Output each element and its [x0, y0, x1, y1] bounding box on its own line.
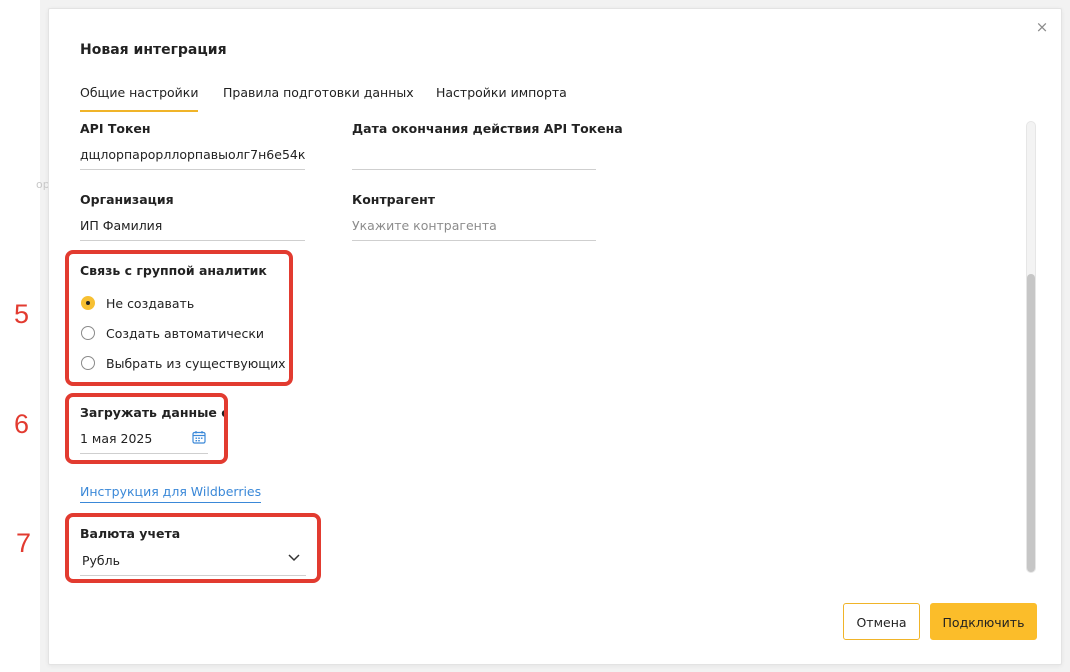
connect-button[interactable]: Подключить	[930, 603, 1037, 640]
wildberries-instruction-link[interactable]: Инструкция для Wildberries	[80, 484, 262, 503]
counterparty-input[interactable]: Укажите контрагента	[352, 218, 596, 241]
tab-general-settings[interactable]: Общие настройки	[80, 85, 199, 112]
radio-button[interactable]	[81, 326, 95, 340]
form-content: API Токен дщлорпарорллорпавыолг7н6е54к3 …	[49, 115, 1039, 585]
radio-button[interactable]	[81, 296, 95, 310]
close-icon[interactable]: ×	[1034, 19, 1050, 35]
tab-data-preparation-rules[interactable]: Правила подготовки данных	[223, 85, 414, 110]
annotation-number-7: 7	[16, 528, 32, 558]
api-token-label: API Токен	[80, 121, 151, 136]
api-token-input[interactable]: дщлорпарорллорпавыолг7н6е54к3	[80, 147, 305, 170]
counterparty-label: Контрагент	[352, 192, 435, 207]
calendar-icon[interactable]	[192, 430, 206, 444]
load-from-date-input[interactable]: 1 мая 2025	[80, 431, 208, 454]
scrollbar-thumb[interactable]	[1027, 274, 1035, 572]
scrollbar[interactable]	[1026, 121, 1036, 573]
organization-label: Организация	[80, 192, 174, 207]
integration-dialog: × Новая интеграция Общие настройки Прави…	[48, 8, 1062, 665]
token-expiry-label: Дата окончания действия API Токена	[352, 121, 623, 136]
load-from-label: Загружать данные с	[80, 405, 229, 420]
analytics-group-label: Связь с группой аналитик	[80, 263, 267, 278]
radio-button[interactable]	[81, 356, 95, 370]
radio-label: Выбрать из существующих	[106, 356, 286, 371]
cancel-button[interactable]: Отмена	[843, 603, 920, 640]
token-expiry-input[interactable]	[352, 147, 596, 170]
annotation-number-6: 6	[14, 409, 30, 439]
chevron-down-icon[interactable]	[287, 553, 301, 563]
background-strip	[0, 0, 40, 672]
dialog-title: Новая интеграция	[80, 42, 227, 58]
annotation-number-5: 5	[14, 299, 30, 329]
radio-label: Не создавать	[106, 296, 195, 311]
tab-import-settings[interactable]: Настройки импорта	[436, 85, 567, 110]
radio-label: Создать автоматически	[106, 326, 265, 341]
currency-label: Валюта учета	[80, 526, 181, 541]
currency-select[interactable]: Рубль	[80, 553, 306, 576]
organization-input[interactable]: ИП Фамилия	[80, 218, 305, 241]
